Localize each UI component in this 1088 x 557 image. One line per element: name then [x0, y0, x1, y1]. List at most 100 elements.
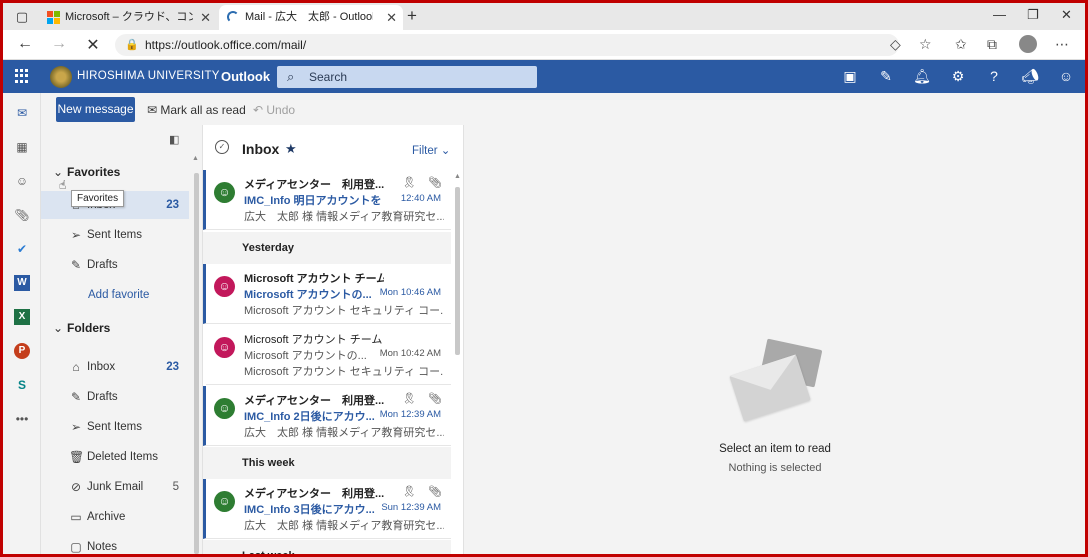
feedback-icon[interactable]: 📣︎	[1021, 68, 1039, 85]
url-field[interactable]: 🔒 https://outlook.office.com/mail/	[115, 34, 899, 56]
add-favorite-link[interactable]: Add favorite	[88, 289, 149, 301]
close-window-icon[interactable]: ✕	[1061, 7, 1072, 23]
calendar-icon[interactable]: ▦	[14, 139, 30, 155]
block-icon: ⊘	[70, 480, 82, 494]
forward-icon[interactable]: →	[49, 35, 69, 53]
folder-scrollbar[interactable]	[194, 173, 199, 554]
folder-pane: ◧ ▲ ⌄Favorites ⌂ Inbox 23 ➢ Sent Items ✎…	[41, 125, 201, 554]
folder-item-deleted[interactable]: 🗑︎ Deleted Items	[41, 443, 189, 471]
empty-state-subtitle: Nothing is selected	[728, 462, 822, 474]
collapse-pane-icon[interactable]: ◧	[169, 133, 179, 146]
reader-view-icon[interactable]: ◇	[890, 36, 901, 53]
favorite-item-drafts[interactable]: ✎ Drafts	[41, 251, 189, 279]
mail-icon[interactable]: ✉	[14, 105, 30, 121]
sharepoint-icon[interactable]: S	[14, 377, 30, 393]
tab-actions-icon[interactable]: ▢	[11, 8, 33, 26]
add-favorite-icon[interactable]: ☆	[919, 36, 932, 53]
select-all-icon[interactable]: ✓	[215, 140, 229, 154]
message-list: ✓ Inbox ★ Filter ⌄ ☺ メディアセンター 利用登... 🎗︎ …	[202, 125, 464, 554]
folders-label: Folders	[67, 321, 111, 335]
account-icon[interactable]: ☺	[1057, 68, 1075, 84]
folder-item-junk[interactable]: ⊘ Junk Email 5	[41, 473, 189, 501]
app-name[interactable]: Outlook	[221, 69, 270, 84]
attachment-icon: 📎︎	[428, 486, 442, 498]
app-launcher-icon[interactable]	[15, 69, 29, 83]
message-item[interactable]: ☺ Microsoft アカウント チーム Microsoft アカウントの..…	[206, 325, 451, 385]
ribbon-icon: 🎗︎	[402, 177, 416, 189]
undo-button[interactable]: ↶ Undo	[253, 103, 295, 117]
message-item[interactable]: ☺ メディアセンター 利用登... 🎗︎ 📎︎ IMC_Info 明日アカウント…	[203, 170, 451, 230]
word-icon[interactable]: W	[14, 275, 30, 291]
unread-count: 5	[172, 481, 179, 493]
people-icon[interactable]: ☺	[14, 173, 30, 189]
university-logo	[50, 66, 72, 88]
new-message-button[interactable]: New message	[56, 97, 135, 122]
star-icon[interactable]: ★	[285, 141, 297, 157]
address-bar: ← → ✕ 🔒 https://outlook.office.com/mail/…	[3, 30, 1085, 60]
new-tab-icon[interactable]: +	[407, 6, 417, 26]
org-name: HIROSHIMA UNIVERSITY	[77, 70, 220, 82]
folder-item-archive[interactable]: ▭ Archive	[41, 503, 189, 531]
favorite-item-sent[interactable]: ➢ Sent Items	[41, 221, 189, 249]
teams-icon[interactable]: ▣	[841, 68, 859, 85]
message-item[interactable]: ☺ メディアセンター 利用登... 🎗︎ 📎︎ IMC_Info 2日後にアカウ…	[203, 386, 451, 446]
favorites-icon[interactable]: ✩	[955, 36, 967, 53]
folder-item-inbox[interactable]: ⌂ Inbox 23	[41, 353, 189, 381]
more-icon[interactable]: ⋯	[1055, 36, 1069, 53]
scroll-up-icon[interactable]: ▲	[192, 155, 199, 162]
folder-item-drafts[interactable]: ✎ Drafts	[41, 383, 189, 411]
profile-avatar[interactable]	[1019, 35, 1037, 53]
message-subject: IMC_Info 3日後にアカウ...	[244, 504, 375, 516]
avatar: ☺	[214, 398, 235, 419]
scroll-up-icon[interactable]: ▲	[454, 173, 461, 180]
mark-all-read-button[interactable]: ✉ Mark all as read	[147, 103, 246, 117]
filter-button[interactable]: Filter ⌄	[412, 143, 450, 157]
undo-label: Undo	[266, 103, 296, 117]
restore-icon[interactable]: ❐	[1027, 7, 1039, 23]
tab-title: Mail - 広大 太郎 - Outlook	[245, 11, 373, 23]
message-item[interactable]: ☺ Microsoft アカウント チーム Microsoft アカウントの..…	[203, 264, 451, 324]
close-tab-icon[interactable]: ✕	[200, 5, 211, 30]
filter-label: Filter	[412, 145, 438, 157]
minimize-icon[interactable]: —	[993, 7, 1006, 22]
excel-icon[interactable]: X	[14, 309, 30, 325]
todo-check-icon[interactable]: ✔	[14, 241, 30, 257]
help-icon[interactable]: ?	[985, 68, 1003, 84]
tab-title: Microsoft – クラウド、コンピューター、	[65, 11, 193, 23]
folder-item-sent[interactable]: ➢ Sent Items	[41, 413, 189, 441]
avatar: ☺	[214, 182, 235, 203]
stop-loading-icon[interactable]: ✕	[83, 35, 103, 55]
search-icon: ⌕	[287, 69, 295, 84]
message-time: Mon 12:39 AM	[379, 409, 441, 420]
message-subject: IMC_Info 明日アカウントを...	[244, 195, 382, 207]
loading-spinner-icon	[227, 11, 239, 23]
folder-label: Deleted Items	[87, 451, 158, 463]
ribbon-icon: 🎗︎	[402, 486, 416, 498]
mouse-cursor-icon: ☝	[59, 178, 67, 192]
more-apps-icon[interactable]: •••	[14, 411, 30, 427]
folder-label: Drafts	[87, 259, 118, 271]
app-rail: ✉ ▦ ☺ 📎︎ ✔ W X P S •••	[3, 93, 41, 554]
search-input[interactable]: ⌕ Search	[277, 66, 537, 88]
close-tab-icon[interactable]: ✕	[386, 5, 397, 30]
message-item[interactable]: ☺ メディアセンター 利用登... 🎗︎ 📎︎ IMC_Info 3日後にアカウ…	[203, 479, 451, 539]
browser-tab-microsoft[interactable]: Microsoft – クラウド、コンピューター、 ✕	[39, 5, 217, 30]
back-icon[interactable]: ←	[15, 35, 35, 53]
send-icon: ➢	[70, 228, 82, 242]
gear-icon[interactable]: ⚙	[949, 68, 967, 85]
to-do-icon[interactable]: ✎	[877, 68, 895, 85]
chevron-down-icon: ⌄	[53, 165, 64, 179]
mark-all-read-label: Mark all as read	[160, 103, 246, 117]
browser-tab-outlook[interactable]: Mail - 広大 太郎 - Outlook ✕	[219, 5, 403, 30]
folders-header[interactable]: ⌄ Folders	[53, 321, 110, 335]
message-scrollbar[interactable]	[455, 187, 460, 355]
bell-icon[interactable]: 🔔︎	[913, 68, 931, 85]
folder-label: Sent Items	[87, 229, 142, 241]
favorites-header[interactable]: ⌄ Favorites	[53, 165, 120, 179]
folder-item-notes[interactable]: ▢ Notes	[41, 533, 189, 554]
powerpoint-icon[interactable]: P	[14, 343, 30, 359]
attachment-icon[interactable]: 📎︎	[14, 207, 30, 223]
avatar: ☺	[214, 491, 235, 512]
collections-icon[interactable]: ⧉	[987, 36, 997, 53]
message-time: 12:40 AM	[400, 193, 441, 204]
